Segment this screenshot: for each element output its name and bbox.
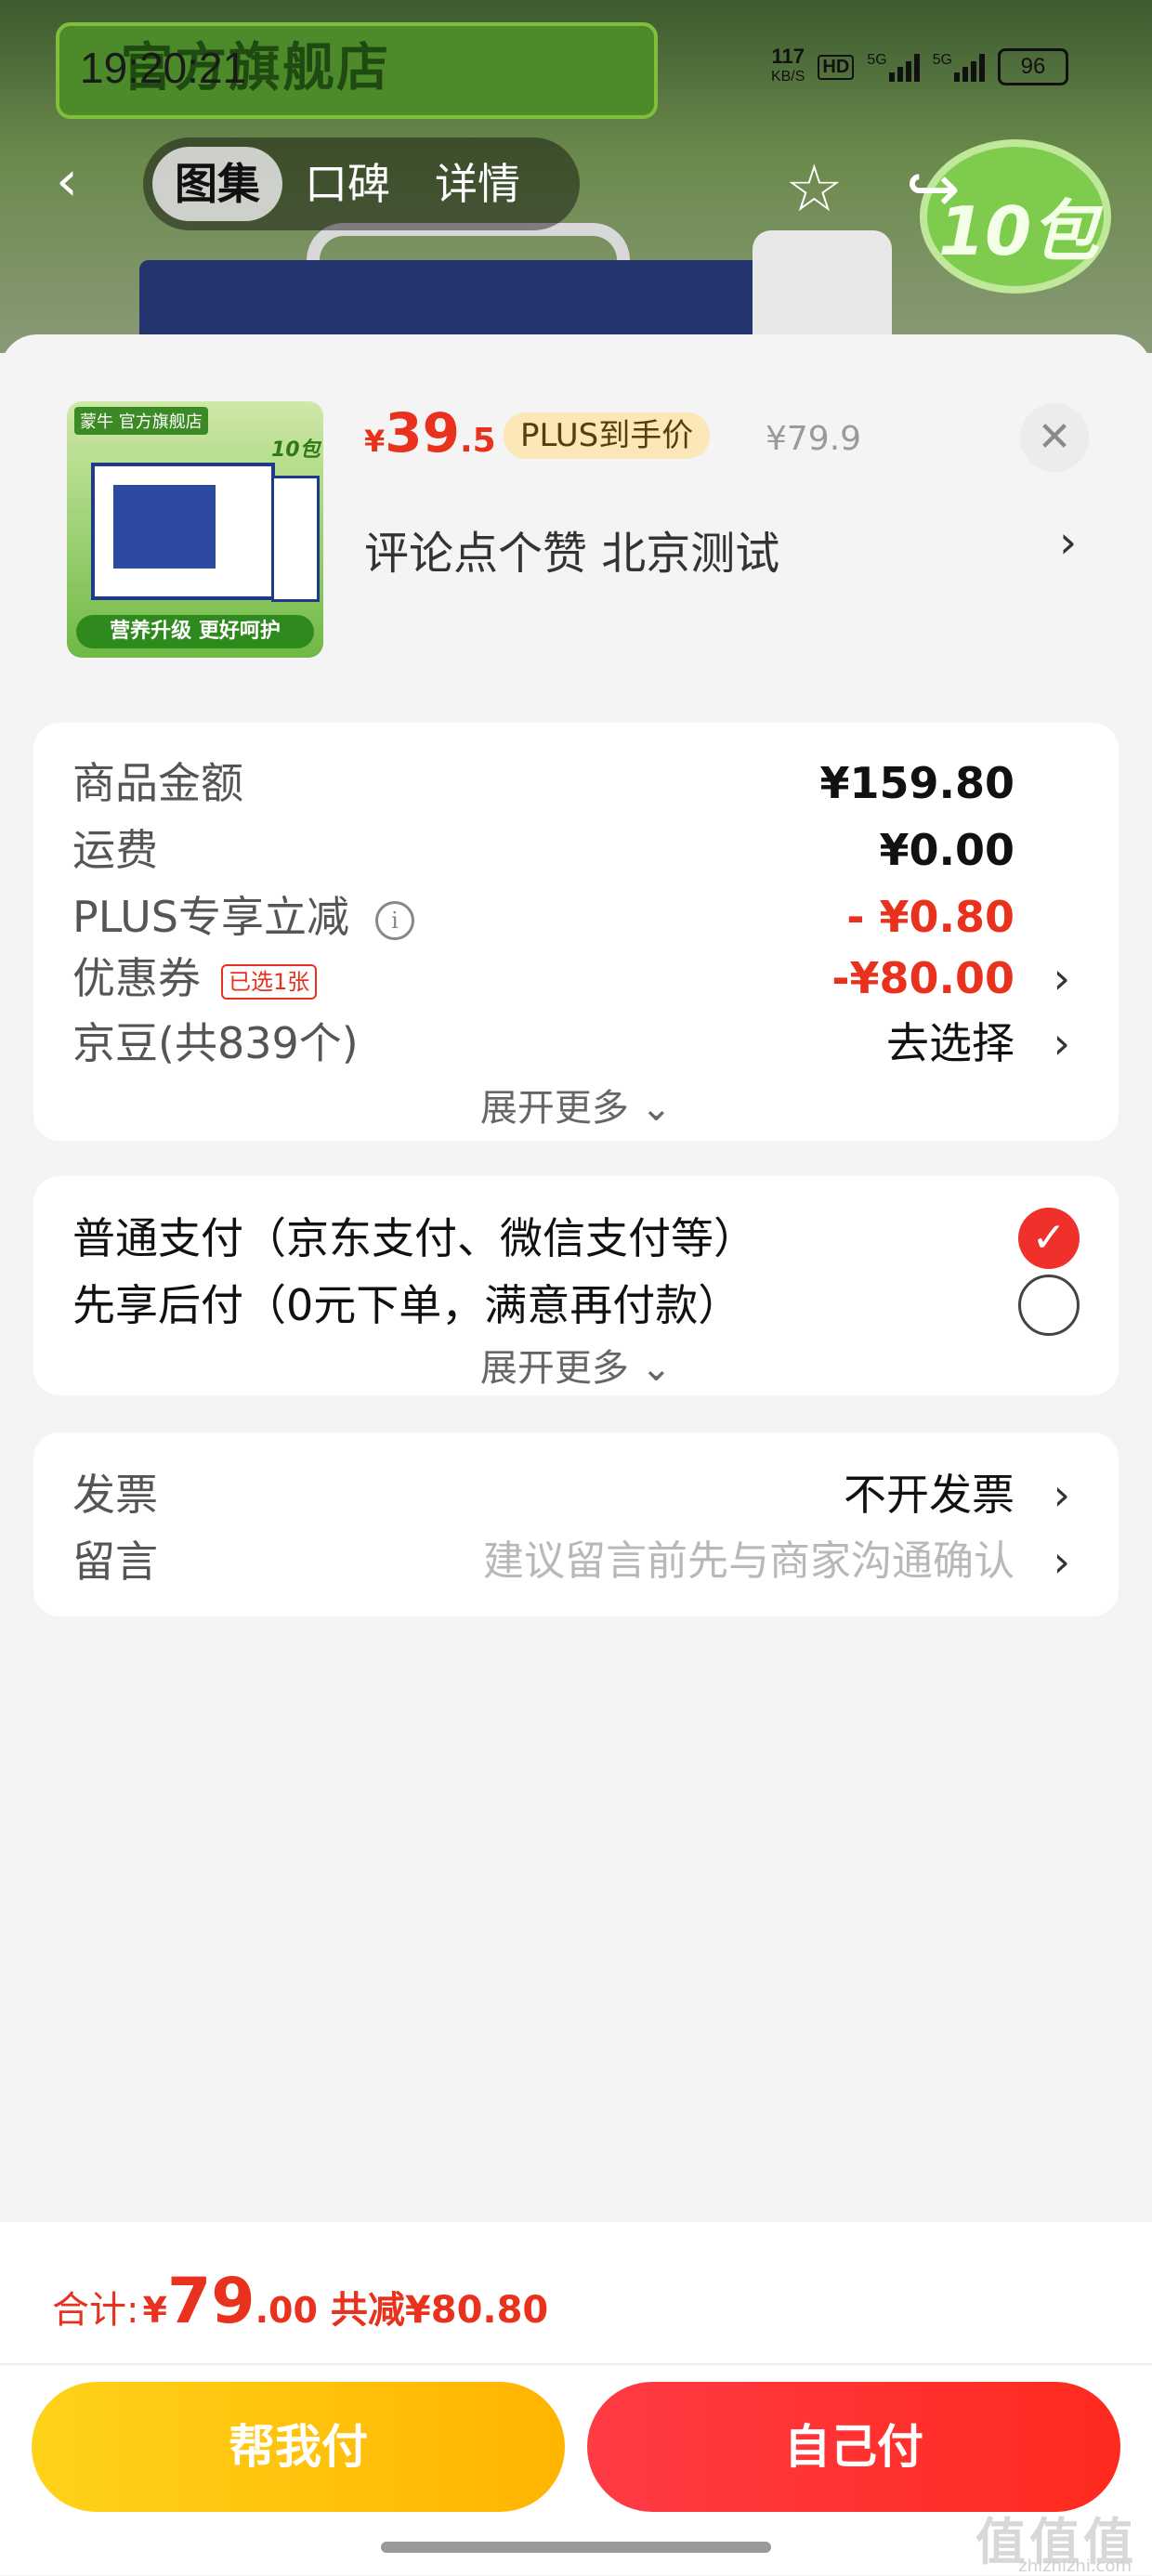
jd-beans-value[interactable]: 去选择 [886, 1011, 1015, 1076]
home-indicator[interactable] [381, 2542, 771, 2553]
coupon-selected-badge: 已选1张 [221, 963, 318, 1000]
row-plus-discount: PLUS专享立减 i - ¥0.80 [72, 884, 1080, 949]
shipping-fee-value: ¥0.00 [879, 825, 1015, 875]
thumbnail-carton [271, 476, 320, 602]
signal-label: 5G [932, 52, 952, 68]
total-integer: 79 [166, 2265, 255, 2338]
hd-icon: HD [818, 54, 855, 80]
signal-label: 5G [867, 52, 887, 68]
row-message[interactable]: 留言 建议留言前先与商家沟通确认 › [72, 1529, 1080, 1594]
thumbnail-store-logo: 蒙牛 官方旗舰店 [74, 407, 208, 435]
chevron-right-icon[interactable]: › [1054, 1529, 1070, 1594]
shipping-address[interactable]: 评论点个赞 北京测试 [364, 517, 779, 582]
price-integer: 39 [385, 401, 460, 464]
net-speed-value: 117 [771, 45, 805, 68]
expand-more-fees[interactable]: 展开更多 ⌄ [33, 1078, 1119, 1131]
payment-option-pay-later[interactable]: 先享后付（0元下单，满意再付款） [72, 1273, 740, 1338]
invoice-value[interactable]: 不开发票 [844, 1462, 1015, 1527]
expand-more-payment[interactable]: 展开更多 ⌄ [33, 1338, 1119, 1392]
net-speed-unit: KB/S [770, 69, 805, 85]
jd-beans-label: 京豆(共839个) [72, 1018, 359, 1068]
total-currency: ¥ [142, 2290, 167, 2331]
chevron-right-icon[interactable]: › [1054, 1011, 1070, 1076]
watermark-url: zhizhizhi.com [1018, 2556, 1132, 2576]
row-goods-amount: 商品金额 ¥159.80 [72, 751, 1080, 816]
pack-count-badge-text: 10包 [938, 192, 1099, 270]
invoice-label: 发票 [72, 1470, 158, 1520]
plus-price: ¥ 39 .5 [364, 401, 496, 464]
status-icons: 117 KB/S HD 5G 5G 96 [771, 46, 1068, 87]
total-decimal: .00 [255, 2290, 318, 2331]
invoice-message-card: 发票 不开发票 › 留言 建议留言前先与商家沟通确认 › [33, 1432, 1119, 1616]
share-arrow-icon[interactable]: ↪ [906, 156, 961, 221]
chevron-right-icon[interactable]: › [1054, 946, 1070, 1011]
thumbnail-box [91, 463, 275, 600]
chevron-right-icon[interactable]: › [1059, 517, 1077, 569]
coupon-label: 优惠券 [72, 953, 201, 1003]
total-savings: 共减¥80.80 [330, 2289, 549, 2332]
pay-myself-button[interactable]: 自己付 [587, 2382, 1120, 2512]
product-thumbnail: 蒙牛 官方旗舰店 10包 营养升级 更好呵护 [67, 401, 323, 658]
help-me-pay-button[interactable]: 帮我付 [32, 2382, 565, 2512]
row-invoice[interactable]: 发票 不开发票 › [72, 1462, 1080, 1527]
total-label: 合计: [52, 2289, 139, 2332]
fee-summary-card: 商品金额 ¥159.80 运费 ¥0.00 PLUS专享立减 i - ¥0.80 … [33, 723, 1119, 1141]
tab-reviews[interactable]: 口碑 [282, 147, 412, 221]
back-arrow-icon[interactable]: ‹ [56, 153, 93, 209]
tab-details[interactable]: 详情 [412, 147, 543, 221]
payment-option-standard[interactable]: 普通支付（京东支付、微信支付等） [72, 1206, 756, 1271]
order-total: 合计: ¥ 79 .00 共减¥80.80 [52, 2265, 548, 2338]
checkmark-icon[interactable]: ✓ [1018, 1208, 1080, 1269]
favorite-star-icon[interactable]: ☆ [785, 156, 844, 221]
gallery-tabs: 图集 口碑 详情 [143, 137, 580, 230]
radio-unchecked-icon[interactable] [1018, 1275, 1080, 1336]
price-currency: ¥ [364, 424, 386, 459]
battery-level: 96 [1020, 54, 1046, 79]
coupon-label-wrap: 优惠券 已选1张 [72, 946, 318, 1011]
tab-gallery[interactable]: 图集 [152, 147, 282, 221]
shipping-fee-label: 运费 [72, 825, 158, 875]
checkout-bottom-bar: 合计: ¥ 79 .00 共减¥80.80 帮我付 自己付 值值值 zhizhi… [0, 2222, 1152, 2576]
close-icon[interactable]: ✕ [1020, 403, 1089, 472]
price-decimal: .5 [459, 422, 496, 460]
battery-icon: 96 [998, 48, 1068, 85]
plus-discount-label: PLUS专享立减 [72, 892, 349, 942]
divider [0, 2363, 1152, 2365]
message-input[interactable]: 建议留言前先与商家沟通确认 [483, 1529, 1015, 1594]
plus-discount-value: - ¥0.80 [846, 892, 1015, 942]
chevron-right-icon[interactable]: › [1054, 1462, 1070, 1527]
plus-price-tag: PLUS到手价 [504, 412, 711, 459]
thumbnail-pack-count: 10包 [271, 438, 321, 462]
original-price: ¥79.9 [766, 420, 862, 458]
status-time: 19:20:21 [80, 44, 247, 92]
row-jd-beans[interactable]: 京豆(共839个) 去选择 › [72, 1011, 1080, 1076]
thumbnail-slogan: 营养升级 更好呵护 [76, 615, 314, 648]
message-label: 留言 [72, 1536, 158, 1587]
coupon-value: -¥80.00 [831, 953, 1015, 1003]
row-shipping-fee: 运费 ¥0.00 [72, 817, 1080, 883]
goods-amount-value: ¥159.80 [819, 758, 1015, 808]
signal-icon: 5G [933, 52, 985, 82]
plus-discount-label-wrap: PLUS专享立减 i [72, 884, 414, 949]
info-icon[interactable]: i [374, 900, 414, 940]
row-coupon[interactable]: 优惠券 已选1张 -¥80.00 › [72, 946, 1080, 1011]
net-speed: 117 KB/S [771, 46, 805, 87]
signal-icon: 5G [867, 52, 920, 82]
payment-method-card: 普通支付（京东支付、微信支付等） ✓ 先享后付（0元下单，满意再付款） 展开更多… [33, 1176, 1119, 1395]
goods-amount-label: 商品金额 [72, 758, 243, 808]
